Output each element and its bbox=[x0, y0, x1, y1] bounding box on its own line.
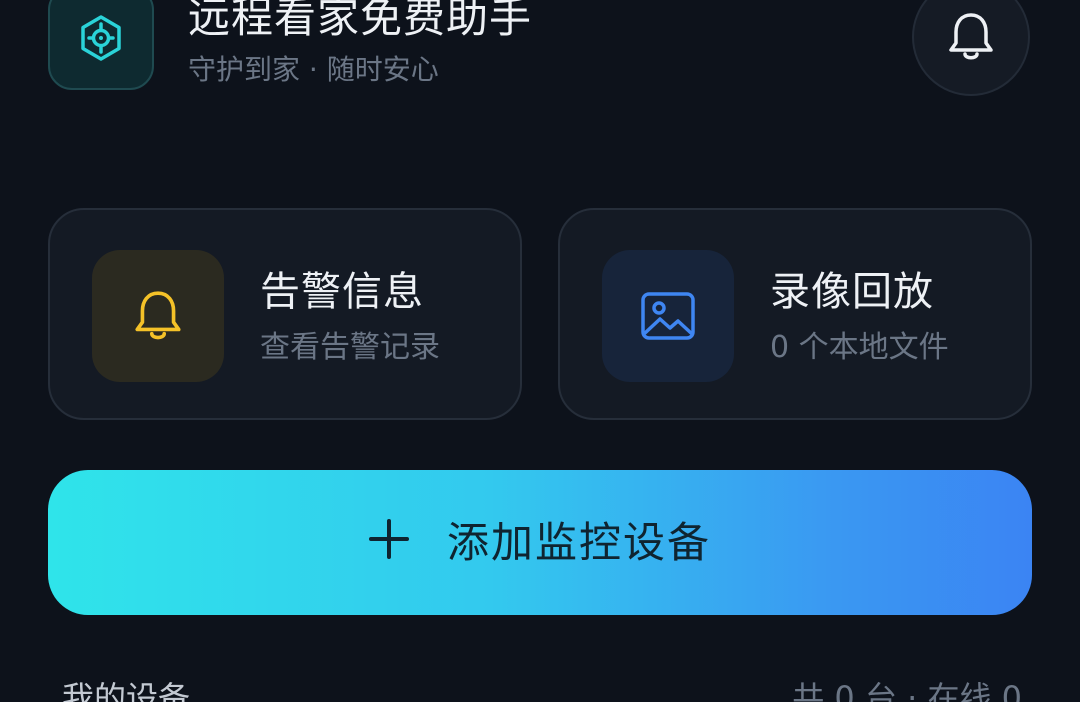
image-icon bbox=[641, 292, 695, 340]
app-subtitle: 守护到家 · 随时安心 bbox=[188, 53, 439, 86]
my-devices-title: 我的设备 bbox=[62, 679, 191, 702]
target-hexagon-icon bbox=[81, 15, 121, 61]
playback-card[interactable]: 录像回放 0 个本地文件 bbox=[558, 208, 1032, 420]
bell-icon bbox=[135, 291, 181, 340]
bell-icon bbox=[949, 13, 993, 60]
add-device-label: 添加监控设备 bbox=[446, 517, 711, 567]
plus-icon bbox=[368, 513, 409, 569]
app-logo bbox=[48, 0, 154, 90]
alerts-card-subtitle: 查看告警记录 bbox=[260, 330, 440, 365]
alerts-icon-box bbox=[92, 250, 224, 382]
playback-card-title: 录像回放 bbox=[770, 269, 934, 315]
device-count-summary: 共 0 台 · 在线 0 bbox=[792, 679, 1022, 702]
notifications-button[interactable] bbox=[912, 0, 1030, 96]
alerts-card[interactable]: 告警信息 查看告警记录 bbox=[48, 208, 522, 420]
playback-card-subtitle: 0 个本地文件 bbox=[770, 330, 949, 365]
alerts-card-title: 告警信息 bbox=[260, 269, 424, 315]
playback-icon-box bbox=[602, 250, 734, 382]
home-screen: 远程看家免费助手 守护到家 · 随时安心 告警信息 查看告警记录 录像回放 0 … bbox=[0, 0, 1080, 702]
add-device-button[interactable]: 添加监控设备 bbox=[48, 470, 1032, 615]
app-title: 远程看家免费助手 bbox=[188, 0, 533, 42]
